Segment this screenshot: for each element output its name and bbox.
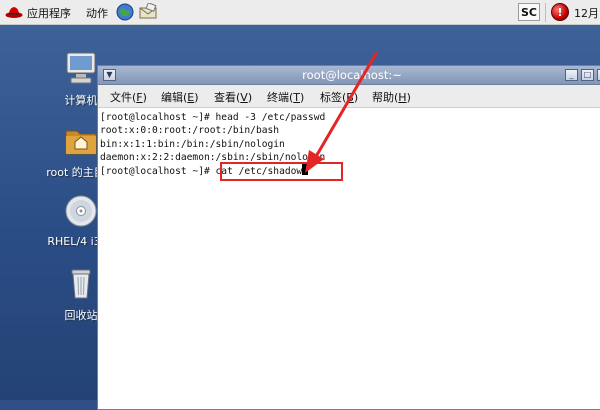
terminal-line: bin:x:1:1:bin:/bin:/sbin/nologin	[100, 138, 285, 150]
terminal-titlebar[interactable]: ▼ root@localhost:~ _ □ ×	[98, 66, 600, 85]
menu-file[interactable]: 文件(F)	[110, 89, 147, 105]
applications-menu[interactable]: 应用程序	[27, 0, 71, 25]
terminal-prompt: [root@localhost ~]#	[100, 166, 216, 178]
terminal-line: root:x:0:0:root:/root:/bin/bash	[100, 125, 280, 137]
terminal-window: ▼ root@localhost:~ _ □ × 文件(F) 编辑(E) 查看(…	[97, 65, 600, 410]
menu-tabs[interactable]: 标签(B)	[320, 89, 358, 105]
menu-terminal[interactable]: 终端(T)	[267, 89, 304, 105]
actions-menu[interactable]: 动作	[86, 0, 108, 25]
panel-separator	[545, 3, 546, 22]
terminal-menubar: 文件(F) 编辑(E) 查看(V) 终端(T) 标签(B) 帮助(H)	[98, 85, 600, 108]
email-icon[interactable]	[139, 3, 157, 21]
input-method-indicator[interactable]: SC	[518, 3, 540, 21]
menu-help[interactable]: 帮助(H)	[372, 89, 411, 105]
terminal-line: daemon:x:2:2:daemon:/sbin:/sbin/nologin	[100, 151, 326, 163]
highlight-box	[220, 162, 343, 181]
clock[interactable]: 12月	[574, 0, 599, 25]
maximize-icon[interactable]: □	[581, 69, 594, 81]
terminal-line: [root@localhost ~]# head -3 /etc/passwd	[100, 112, 326, 123]
terminal-input-line[interactable]: [root@localhost ~]# cat /etc/shadow	[100, 164, 600, 177]
update-alert-icon[interactable]: !	[551, 3, 569, 21]
web-browser-icon[interactable]	[116, 3, 134, 21]
trash-icon	[63, 265, 99, 301]
menu-edit[interactable]: 编辑(E)	[161, 89, 199, 105]
cdrom-icon	[63, 193, 99, 229]
home-folder-icon	[63, 122, 99, 158]
redhat-icon[interactable]	[5, 5, 23, 19]
terminal-output[interactable]: [root@localhost ~]# head -3 /etc/passwd …	[100, 109, 600, 409]
menu-view[interactable]: 查看(V)	[214, 89, 252, 105]
minimize-icon[interactable]: _	[565, 69, 578, 81]
terminal-title: root@localhost:~	[302, 68, 402, 82]
top-panel: 应用程序 动作 SC ! 12月	[0, 0, 600, 25]
computer-icon	[63, 50, 99, 86]
